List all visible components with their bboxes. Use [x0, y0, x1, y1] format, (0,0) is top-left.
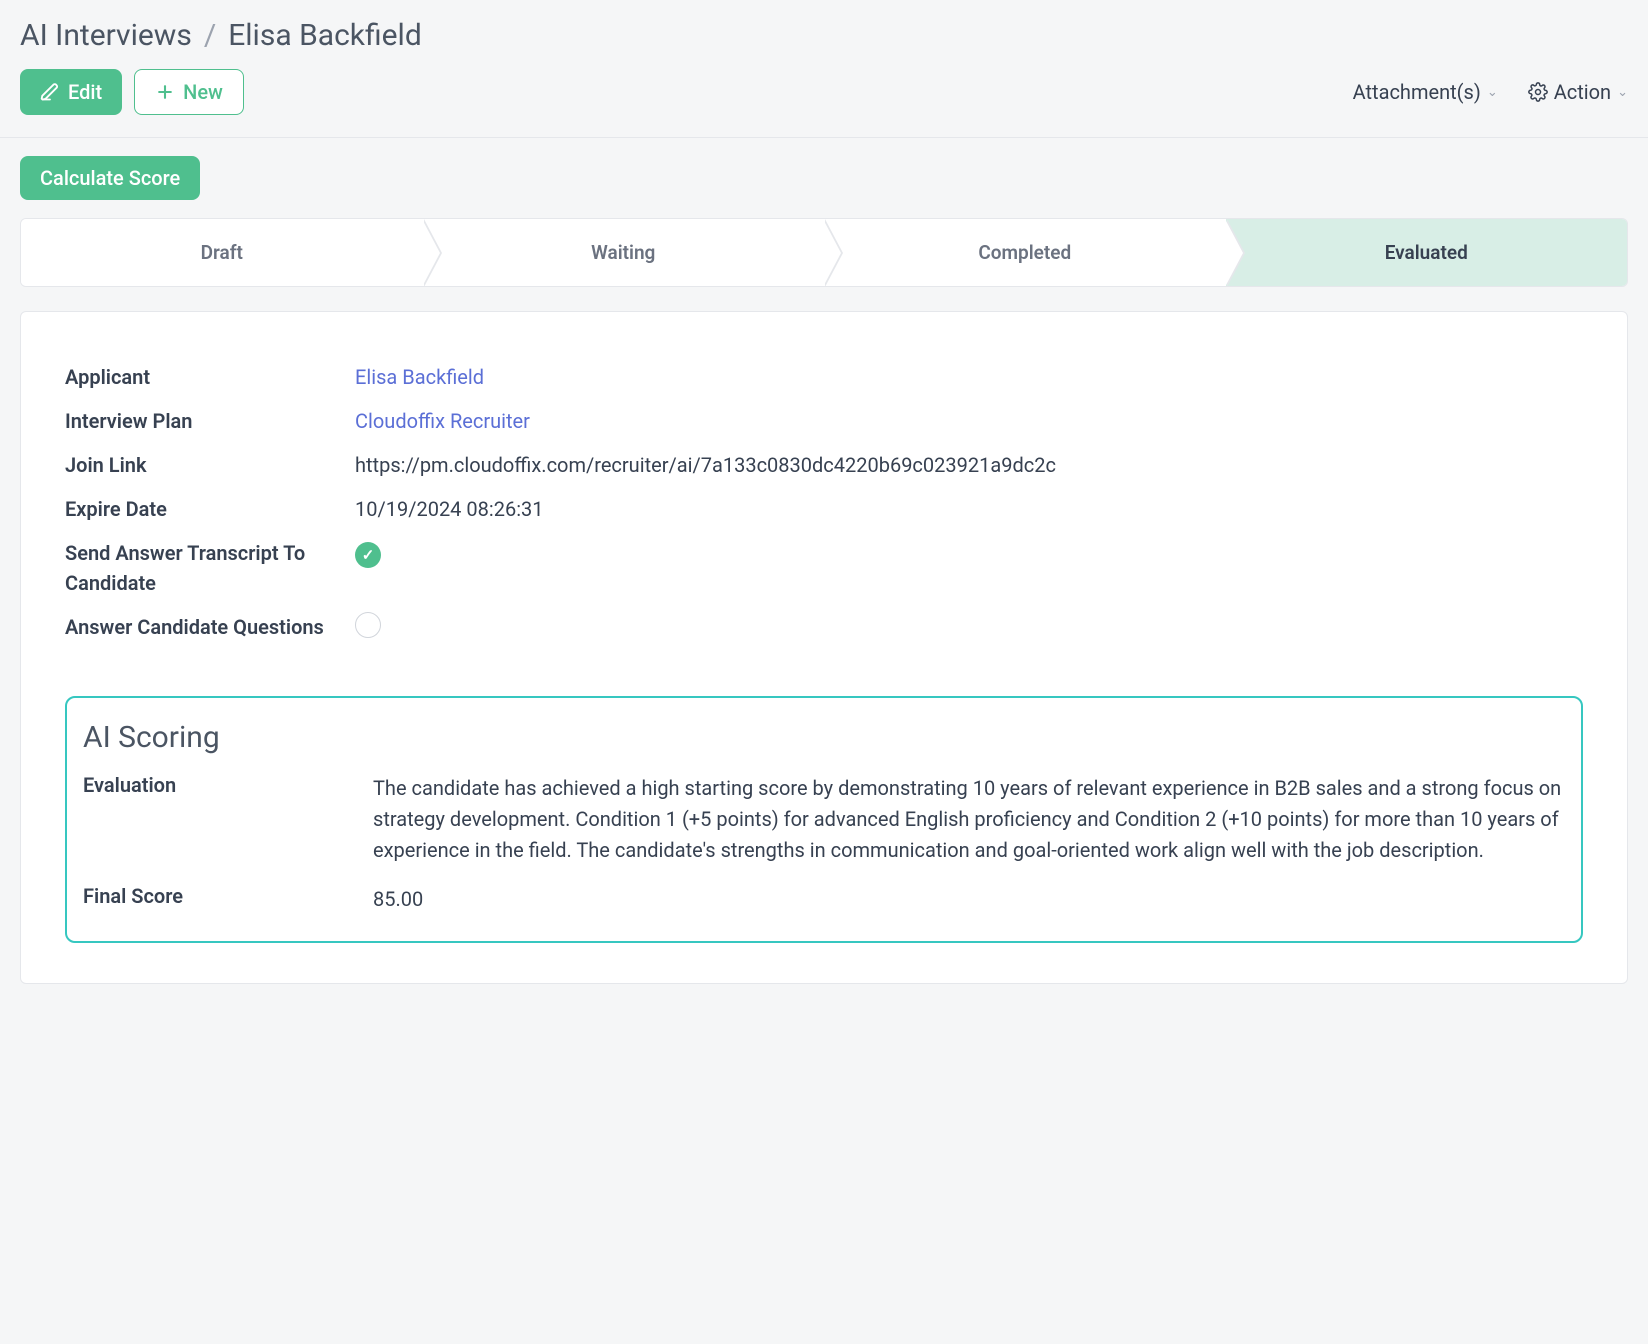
- calculate-score-button[interactable]: Calculate Score: [20, 156, 200, 200]
- plan-value[interactable]: Cloudoffix Recruiter: [355, 406, 530, 436]
- action-label: Action: [1554, 80, 1611, 104]
- new-button-label: New: [183, 80, 223, 104]
- field-send-transcript: Send Answer Transcript To Candidate ✓: [65, 538, 1583, 598]
- evaluation-label: Evaluation: [83, 773, 373, 797]
- plus-icon: [155, 82, 175, 102]
- attachments-dropdown[interactable]: Attachment(s) ⌄: [1353, 80, 1498, 104]
- detail-card: Applicant Elisa Backfield Interview Plan…: [20, 311, 1628, 984]
- send-transcript-value: ✓: [355, 538, 381, 568]
- answer-questions-label: Answer Candidate Questions: [65, 612, 355, 642]
- finalscore-label: Final Score: [83, 884, 373, 908]
- header-actions-row: Edit New Attachment(s) ⌄ Action ⌄: [20, 69, 1628, 115]
- pencil-icon: [40, 82, 60, 102]
- gear-icon: [1528, 82, 1548, 102]
- breadcrumb-root[interactable]: AI Interviews: [20, 18, 192, 53]
- scoring-evaluation-row: Evaluation The candidate has achieved a …: [83, 773, 1565, 866]
- empty-circle-icon: [355, 612, 381, 638]
- field-answer-questions: Answer Candidate Questions: [65, 612, 1583, 646]
- page-header: AI Interviews / Elisa Backfield Edit New…: [0, 0, 1648, 138]
- finalscore-value: 85.00: [373, 884, 423, 915]
- expire-label: Expire Date: [65, 494, 355, 524]
- stage-completed[interactable]: Completed: [824, 219, 1226, 286]
- applicant-value[interactable]: Elisa Backfield: [355, 362, 484, 392]
- action-dropdown[interactable]: Action ⌄: [1528, 80, 1628, 104]
- chevron-down-icon: ⌄: [1617, 85, 1628, 100]
- breadcrumb-current: Elisa Backfield: [228, 18, 422, 53]
- header-left-buttons: Edit New: [20, 69, 244, 115]
- joinlink-label: Join Link: [65, 450, 355, 480]
- toolbar: Calculate Score: [0, 138, 1648, 218]
- applicant-label: Applicant: [65, 362, 355, 392]
- attachments-label: Attachment(s): [1353, 80, 1481, 104]
- scoring-finalscore-row: Final Score 85.00: [83, 884, 1565, 915]
- field-interview-plan: Interview Plan Cloudoffix Recruiter: [65, 406, 1583, 436]
- stage-draft[interactable]: Draft: [21, 219, 423, 286]
- stage-evaluated[interactable]: Evaluated: [1226, 219, 1628, 286]
- stage-bar: Draft Waiting Completed Evaluated: [20, 218, 1628, 287]
- field-expire-date: Expire Date 10/19/2024 08:26:31: [65, 494, 1583, 524]
- field-applicant: Applicant Elisa Backfield: [65, 362, 1583, 392]
- edit-button-label: Edit: [68, 80, 102, 104]
- joinlink-value: https://pm.cloudoffix.com/recruiter/ai/7…: [355, 450, 1056, 480]
- breadcrumb-separator: /: [204, 18, 216, 53]
- edit-button[interactable]: Edit: [20, 69, 122, 115]
- new-button[interactable]: New: [134, 69, 244, 115]
- breadcrumb: AI Interviews / Elisa Backfield: [20, 18, 1628, 53]
- send-transcript-label: Send Answer Transcript To Candidate: [65, 538, 355, 598]
- stage-waiting[interactable]: Waiting: [423, 219, 825, 286]
- expire-value: 10/19/2024 08:26:31: [355, 494, 544, 524]
- answer-questions-value: [355, 612, 381, 646]
- evaluation-text: The candidate has achieved a high starti…: [373, 773, 1565, 866]
- scoring-title: AI Scoring: [83, 720, 1565, 755]
- plan-label: Interview Plan: [65, 406, 355, 436]
- chevron-down-icon: ⌄: [1487, 85, 1498, 100]
- header-right-actions: Attachment(s) ⌄ Action ⌄: [1353, 80, 1628, 104]
- field-join-link: Join Link https://pm.cloudoffix.com/recr…: [65, 450, 1583, 480]
- ai-scoring-panel: AI Scoring Evaluation The candidate has …: [65, 696, 1583, 943]
- calculate-score-label: Calculate Score: [40, 166, 180, 190]
- check-circle-icon: ✓: [355, 542, 381, 568]
